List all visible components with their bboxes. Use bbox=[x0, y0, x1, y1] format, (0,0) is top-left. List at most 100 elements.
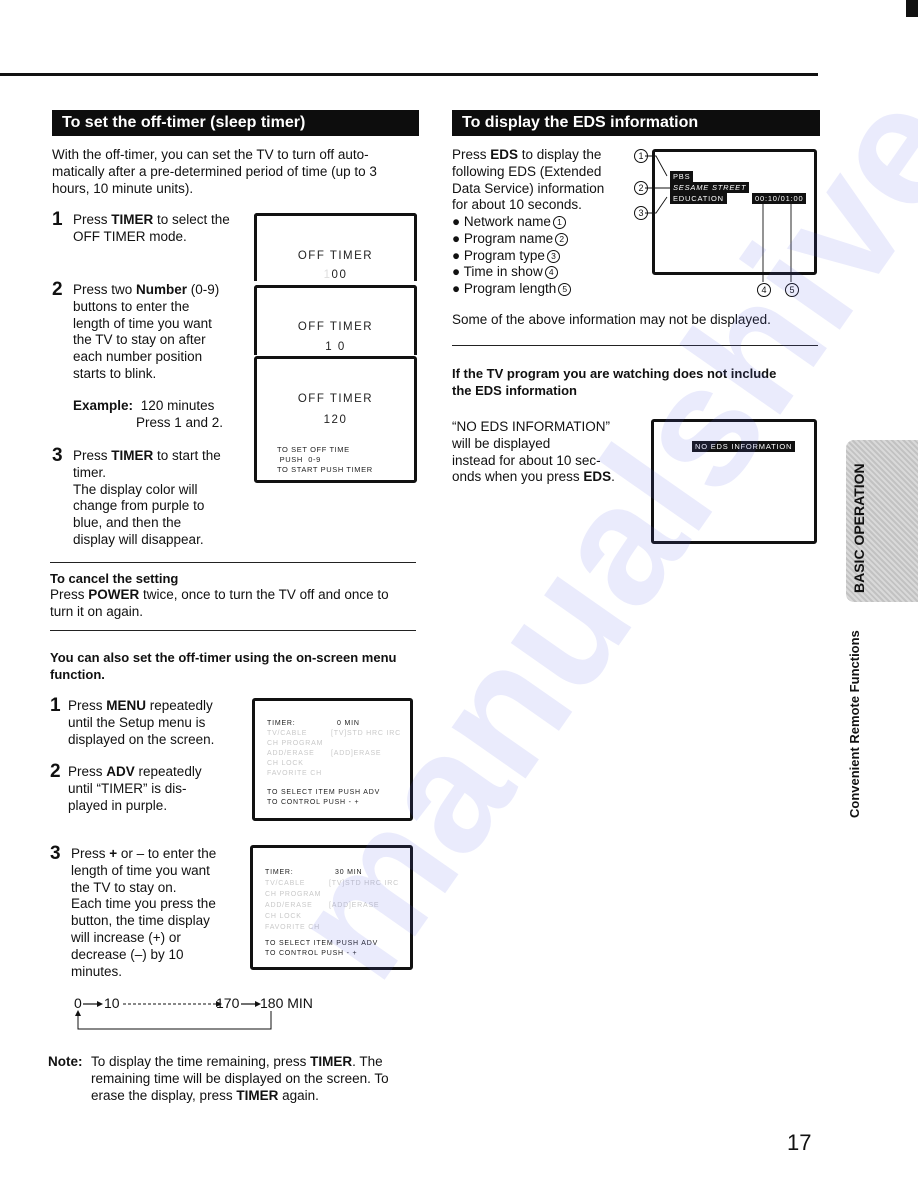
menu-item: CH LOCK bbox=[267, 760, 304, 767]
note-label: Note: bbox=[48, 1054, 83, 1069]
step-line: will increase (+) or bbox=[71, 929, 181, 945]
eds-bullet: ● Program type 3 bbox=[452, 248, 571, 265]
step-line: display will disappear. bbox=[73, 531, 204, 547]
step-text: Press two Number (0-9) buttons to enter … bbox=[73, 282, 219, 383]
eds-callout-lines bbox=[645, 155, 792, 282]
heading-line: the EDS information bbox=[452, 382, 577, 398]
menu-timer-label: TIMER: bbox=[267, 720, 296, 727]
timer-cycle-diagram: 0 10 170 180 MIN bbox=[74, 995, 334, 1035]
note-line: To display the time remaining, press TIM… bbox=[91, 1054, 383, 1069]
menu-timer-value: 30 MIN bbox=[335, 869, 363, 876]
example-label: Example: bbox=[73, 398, 134, 413]
step-text: Press ADV repeatedly until “TIMER” is di… bbox=[68, 764, 202, 814]
cancel-line: Press POWER twice, once to turn the TV o… bbox=[50, 587, 389, 602]
top-rule bbox=[0, 73, 818, 76]
tv-screen-setup-menu-2: TIMER: 30 MIN TV/CABLE [TV]STD HRC IRC C… bbox=[250, 845, 413, 970]
step-number: 3 bbox=[52, 445, 63, 466]
menu-item: ADD/ERASE bbox=[267, 750, 315, 757]
menu-help-line: TO CONTROL PUSH - + bbox=[265, 950, 358, 957]
no-eds-line: will be displayed bbox=[452, 435, 551, 451]
step-line: Press TIMER to select the bbox=[73, 212, 230, 227]
example-detail: Press 1 and 2. bbox=[136, 415, 224, 430]
step-line: buttons to enter the bbox=[73, 298, 190, 314]
menu-item: CH PROGRAM bbox=[265, 891, 322, 898]
no-eds-line: “NO EDS INFORMATION” bbox=[452, 419, 610, 434]
note-text: To display the time remaining, press TIM… bbox=[91, 1054, 421, 1104]
step-line: each number position bbox=[73, 349, 203, 365]
screen-help-line: PUSH 0-9 bbox=[277, 455, 321, 464]
menu-item-value: [ADD]ERASE bbox=[329, 902, 380, 909]
step-line: played in purple. bbox=[68, 797, 168, 813]
section-tab: BASIC OPERATION bbox=[846, 440, 918, 602]
divider bbox=[50, 630, 416, 631]
menu-item: CH PROGRAM bbox=[267, 740, 324, 747]
step-line: starts to blink. bbox=[73, 365, 157, 381]
no-eds-text: “NO EDS INFORMATION” will be displayed i… bbox=[452, 419, 615, 486]
callout-4-icon: 4 bbox=[757, 283, 771, 297]
step-text: Press TIMER to select the OFF TIMER mode… bbox=[73, 212, 230, 246]
tv-screen-off-timer-2: OFF TIMER 1 0 bbox=[254, 285, 417, 355]
screen-value: 100 bbox=[323, 269, 348, 281]
step-line: the TV to stay on. bbox=[71, 879, 177, 895]
step-line: Press two Number (0-9) bbox=[73, 282, 220, 297]
tv-screen-off-timer-3: OFF TIMER 120 TO SET OFF TIME PUSH 0-9 T… bbox=[254, 356, 417, 483]
step-number: 1 bbox=[52, 209, 63, 230]
step-line: blue, and then the bbox=[73, 515, 182, 531]
menu-item-value: [ADD]ERASE bbox=[331, 750, 382, 757]
arrow-right-icon bbox=[241, 1001, 261, 1007]
step-line: Each time you press the bbox=[71, 896, 216, 912]
heading-line: You can also set the off-timer using the… bbox=[50, 650, 397, 665]
step-line: Press TIMER to start the bbox=[73, 448, 221, 463]
divider bbox=[50, 562, 416, 563]
divider bbox=[452, 345, 818, 346]
return-arrow-icon bbox=[75, 1010, 272, 1030]
step-text: Press TIMER to start the timer. The disp… bbox=[73, 448, 221, 549]
menu-item-value: [TV]STD HRC IRC bbox=[329, 880, 399, 887]
step-line: until “TIMER” is dis- bbox=[68, 780, 187, 796]
step-line: Press MENU repeatedly bbox=[68, 698, 213, 713]
ref-1-icon: 1 bbox=[552, 216, 566, 229]
menu-item: TV/CABLE bbox=[267, 730, 308, 737]
no-eds-line: instead for about 10 sec- bbox=[452, 452, 601, 468]
example: Example: 120 minutes bbox=[73, 398, 214, 415]
page-corner-tab bbox=[906, 0, 918, 17]
note-line: remaining time will be displayed on the … bbox=[91, 1070, 389, 1086]
step-line: length of time you want bbox=[73, 315, 212, 331]
step-line: decrease (–) by 10 bbox=[71, 946, 184, 962]
menu-item: FAVORITE CH bbox=[265, 924, 320, 931]
tv-screen-no-eds: NO EDS INFORMATION bbox=[651, 419, 817, 544]
ref-3-icon: 3 bbox=[546, 249, 560, 263]
eds-intro-line: for about 10 seconds. bbox=[452, 197, 582, 213]
cancel-line: turn it on again. bbox=[50, 603, 144, 619]
callout-3-icon: 3 bbox=[634, 206, 648, 220]
chapter-label: Convenient Remote Functions bbox=[847, 630, 862, 818]
menu-timer-value: 0 MIN bbox=[337, 720, 360, 727]
step-line: until the Setup menu is bbox=[68, 714, 206, 730]
example-value: 120 minutes bbox=[140, 398, 215, 413]
note-line: erase the display, press TIMER again. bbox=[91, 1087, 319, 1103]
intro-line: hours, 10 minute units). bbox=[52, 180, 194, 196]
arrow-right-icon bbox=[83, 1001, 103, 1007]
eds-disclaimer: Some of the above information may not be… bbox=[452, 312, 771, 327]
step-line: length of time you want bbox=[71, 862, 210, 878]
section-tab-label: BASIC OPERATION bbox=[851, 463, 867, 593]
step-line: The display color will bbox=[73, 481, 198, 497]
intro-line: With the off-timer, you can set the TV t… bbox=[52, 147, 369, 162]
eds-bullet: ● Time in show 4 bbox=[452, 264, 571, 281]
cancel-heading: To cancel the setting bbox=[50, 571, 179, 586]
tv-screen-setup-menu-1: TIMER: 0 MIN TV/CABLE [TV]STD HRC IRC CH… bbox=[252, 698, 413, 821]
screen-title: OFF TIMER bbox=[297, 250, 374, 262]
eds-bullet: ● Program name 2 bbox=[452, 231, 571, 248]
menu-timer-label: TIMER: bbox=[265, 869, 294, 876]
step-number: 2 bbox=[50, 761, 61, 782]
screen-value: 1 0 bbox=[325, 341, 346, 353]
step-line: button, the time display bbox=[71, 913, 210, 929]
heading-line: If the TV program you are watching does … bbox=[452, 366, 777, 381]
menu-method-heading: You can also set the off-timer using the… bbox=[50, 650, 425, 683]
menu-item: TV/CABLE bbox=[265, 880, 306, 887]
eds-bullet: ● Program length 5 bbox=[452, 281, 572, 298]
menu-help-line: TO SELECT ITEM PUSH ADV bbox=[267, 789, 381, 796]
sleep-timer-title: To set the off-timer (sleep timer) bbox=[52, 110, 419, 136]
intro-line: matically after a pre-determined period … bbox=[52, 163, 377, 179]
step-text: Press + or – to enter the length of time… bbox=[71, 846, 216, 980]
